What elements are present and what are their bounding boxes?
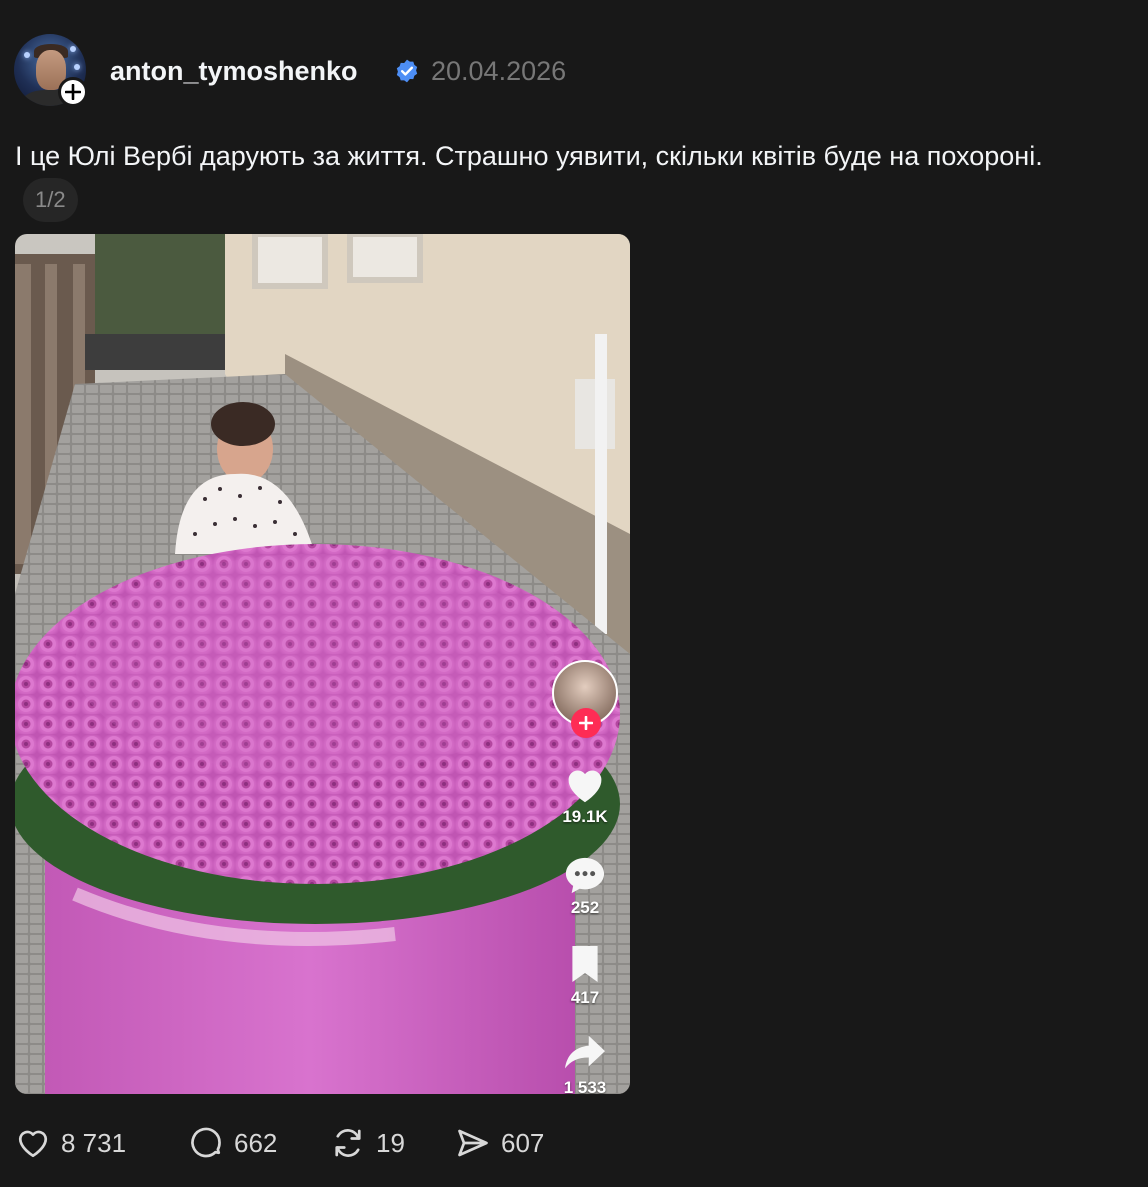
verified-badge-icon: [396, 59, 418, 83]
video-comments-count: 252: [570, 898, 600, 917]
like-button[interactable]: 8 731: [15, 1118, 126, 1168]
video-heart-icon[interactable]: [563, 764, 607, 804]
post-action-bar: 8 731 662 19 607: [0, 1118, 1148, 1168]
share-count: 607: [501, 1127, 545, 1158]
caption-text: І це Юлі Вербі дарують за життя. Страшно…: [15, 141, 1043, 171]
post-media-video[interactable]: 19.1K 252 417 1 533: [15, 234, 630, 1094]
follow-button[interactable]: [58, 77, 88, 107]
reply-count: 662: [234, 1127, 278, 1158]
repost-icon: [335, 1129, 361, 1157]
post-caption: І це Юлі Вербі дарують за життя. Страшно…: [15, 135, 1105, 222]
video-saves-count: 417: [570, 988, 600, 1007]
video-comment-icon[interactable]: [562, 854, 608, 896]
heart-icon: [18, 1130, 48, 1158]
plus-icon: [579, 716, 593, 730]
repost-button[interactable]: 19: [330, 1118, 405, 1168]
video-follow-plus-button[interactable]: [571, 708, 601, 738]
video-shares-count: 1 533: [563, 1078, 607, 1094]
video-share-icon[interactable]: [563, 1032, 607, 1072]
repost-count: 19: [376, 1127, 405, 1158]
reply-button[interactable]: 662: [188, 1118, 277, 1168]
author-username[interactable]: anton_tymoshenko: [110, 56, 358, 87]
media-scene: [15, 234, 630, 1094]
share-button[interactable]: 607: [455, 1118, 544, 1168]
send-icon: [458, 1129, 488, 1157]
post-date[interactable]: 20.04.2026: [431, 56, 566, 87]
plus-icon: [65, 84, 81, 100]
comment-bubble-icon: [191, 1127, 221, 1158]
video-bookmark-icon[interactable]: [567, 944, 603, 984]
video-likes-count: 19.1K: [562, 807, 608, 826]
media-pager-indicator: 1/2: [23, 177, 78, 222]
like-count: 8 731: [61, 1127, 127, 1158]
